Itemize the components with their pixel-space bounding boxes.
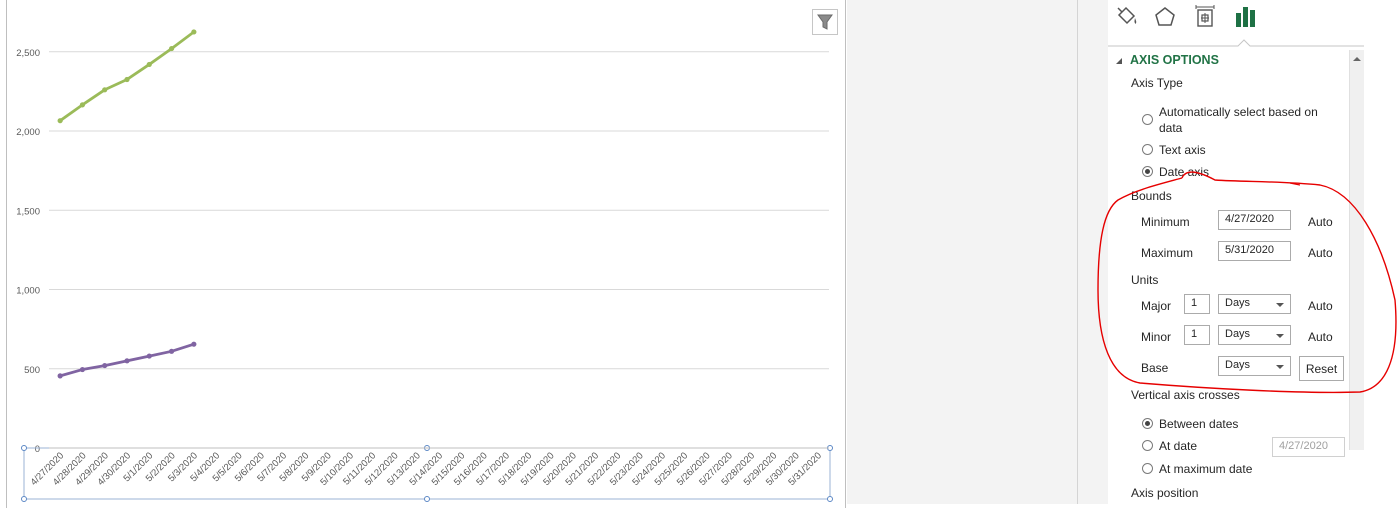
series-line xyxy=(59,30,195,122)
radio-max-date-label[interactable]: At maximum date xyxy=(1159,462,1252,476)
fill-line-icon[interactable] xyxy=(1114,5,1140,29)
major-auto[interactable]: Auto xyxy=(1308,299,1333,313)
radio-at-date-label[interactable]: At date xyxy=(1159,439,1197,453)
chevron-down-icon xyxy=(1276,303,1284,307)
data-point xyxy=(146,353,152,359)
chart-area[interactable]: 0 500 1,000 1,500 2,000 2,500 4/27/2020 4/28/20… xyxy=(0,0,846,508)
minimum-auto[interactable]: Auto xyxy=(1308,215,1333,229)
data-point xyxy=(124,76,130,83)
worksheet-gap xyxy=(847,0,1077,504)
maximum-label: Maximum xyxy=(1141,246,1194,260)
axis-type-label: Axis Type xyxy=(1131,76,1183,90)
radio-between-dates-label[interactable]: Between dates xyxy=(1159,417,1238,431)
radio-auto-label[interactable]: Automatically select based on xyxy=(1159,105,1318,119)
axis-position-label: Axis position xyxy=(1131,486,1199,500)
selection-handle xyxy=(21,496,27,502)
radio-auto[interactable] xyxy=(1142,114,1153,125)
collapse-triangle-icon[interactable] xyxy=(1115,57,1123,65)
major-label: Major xyxy=(1141,299,1172,313)
chevron-down-icon xyxy=(1276,334,1284,338)
y-tick-label: 0 xyxy=(35,444,40,455)
bounds-label: Bounds xyxy=(1131,189,1172,203)
y-tick-label: 500 xyxy=(24,365,40,376)
radio-text-axis-label[interactable]: Text axis xyxy=(1159,143,1206,157)
data-point xyxy=(79,366,86,373)
selection-handle xyxy=(21,445,27,451)
data-point xyxy=(79,102,86,108)
radio-text-axis[interactable] xyxy=(1142,144,1153,155)
at-date-input[interactable]: 4/27/2020 xyxy=(1272,437,1345,457)
radio-auto-label-line2[interactable]: data xyxy=(1159,121,1182,135)
data-point xyxy=(102,87,108,93)
data-point xyxy=(168,45,175,52)
size-properties-icon[interactable] xyxy=(1193,4,1217,30)
data-point xyxy=(124,358,130,364)
y-tick-label: 1,500 xyxy=(16,206,40,217)
base-unit-dropdown[interactable]: Days xyxy=(1218,356,1291,376)
minor-unit-value: Days xyxy=(1225,328,1251,340)
minor-auto[interactable]: Auto xyxy=(1308,330,1333,344)
chart-filter-button[interactable] xyxy=(812,9,838,35)
minimum-input[interactable]: 4/27/2020 xyxy=(1218,210,1291,230)
selection-handle xyxy=(827,496,833,502)
selection-handle xyxy=(424,496,430,502)
data-point xyxy=(57,373,63,379)
maximum-auto[interactable]: Auto xyxy=(1308,246,1333,260)
reset-button[interactable]: Reset xyxy=(1299,356,1344,381)
radio-at-date[interactable] xyxy=(1142,440,1153,451)
minor-input[interactable]: 1 xyxy=(1184,325,1210,345)
data-point xyxy=(146,61,152,68)
chevron-down-icon xyxy=(1276,365,1284,369)
maximum-input[interactable]: 5/31/2020 xyxy=(1218,241,1291,261)
y-tick-label: 1,000 xyxy=(16,286,40,297)
radio-between-dates[interactable] xyxy=(1142,418,1153,429)
filter-icon xyxy=(817,14,833,30)
pane-scrollbar[interactable] xyxy=(1349,50,1364,450)
data-point xyxy=(102,362,108,369)
major-unit-value: Days xyxy=(1225,297,1251,309)
data-point xyxy=(168,348,175,354)
y-tick-label: 2,500 xyxy=(16,48,40,59)
radio-max-date[interactable] xyxy=(1142,463,1153,474)
axis-options-icon[interactable] xyxy=(1234,4,1258,30)
minimum-label: Minimum xyxy=(1141,215,1190,229)
tab-selection-indicator xyxy=(1108,39,1364,47)
minor-unit-dropdown[interactable]: Days xyxy=(1218,325,1291,345)
major-unit-dropdown[interactable]: Days xyxy=(1218,294,1291,314)
scroll-up-icon[interactable] xyxy=(1350,52,1364,66)
y-tick-label: 2,000 xyxy=(16,127,40,138)
section-title[interactable]: AXIS OPTIONS xyxy=(1130,53,1219,67)
data-point xyxy=(191,29,197,35)
base-unit-value: Days xyxy=(1225,359,1251,371)
base-label: Base xyxy=(1141,361,1169,375)
minor-label: Minor xyxy=(1141,330,1172,344)
line-chart[interactable]: 05001,0001,5002,0002,5004/27/20204/28/20… xyxy=(0,0,846,504)
radio-date-axis[interactable] xyxy=(1142,166,1153,177)
data-point xyxy=(57,118,63,124)
worksheet-gap-strip xyxy=(1078,0,1108,504)
vertical-crosses-label: Vertical axis crosses xyxy=(1131,388,1240,402)
units-label: Units xyxy=(1131,273,1159,287)
radio-date-axis-label[interactable]: Date axis xyxy=(1159,165,1209,179)
major-input[interactable]: 1 xyxy=(1184,294,1210,314)
data-point xyxy=(191,341,197,347)
effects-icon[interactable] xyxy=(1153,5,1177,29)
